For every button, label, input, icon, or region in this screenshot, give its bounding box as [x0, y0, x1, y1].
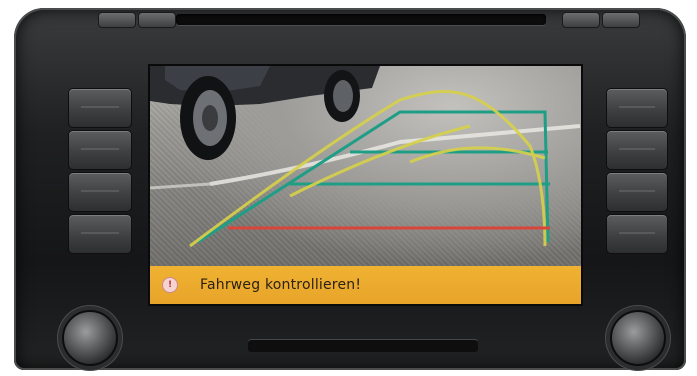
top-button-right-1[interactable] — [562, 12, 600, 28]
top-button-left-2[interactable] — [138, 12, 176, 28]
sd-card-slot — [248, 340, 478, 352]
top-button-right-2[interactable] — [602, 12, 640, 28]
right-button-2[interactable] — [606, 130, 668, 170]
cd-slot — [176, 14, 546, 25]
right-button-3[interactable] — [606, 172, 668, 212]
top-button-left-1[interactable] — [98, 12, 136, 28]
rear-camera-view — [150, 66, 581, 266]
right-button-4[interactable] — [606, 214, 668, 254]
left-button-2[interactable] — [68, 130, 132, 170]
volume-knob[interactable] — [62, 310, 118, 366]
status-bar: ! Fahrweg kontrollieren! — [150, 266, 581, 304]
left-button-1[interactable] — [68, 88, 132, 128]
left-button-4[interactable] — [68, 214, 132, 254]
status-message: Fahrweg kontrollieren! — [200, 277, 362, 293]
warning-icon: ! — [162, 277, 178, 293]
curb-line — [209, 124, 581, 186]
trajectory-lines — [189, 90, 547, 248]
right-button-1[interactable] — [606, 88, 668, 128]
tune-knob[interactable] — [610, 310, 666, 366]
display-screen: ! Fahrweg kontrollieren! — [148, 64, 583, 306]
parking-guide-overlay — [150, 66, 581, 248]
left-button-3[interactable] — [68, 172, 132, 212]
